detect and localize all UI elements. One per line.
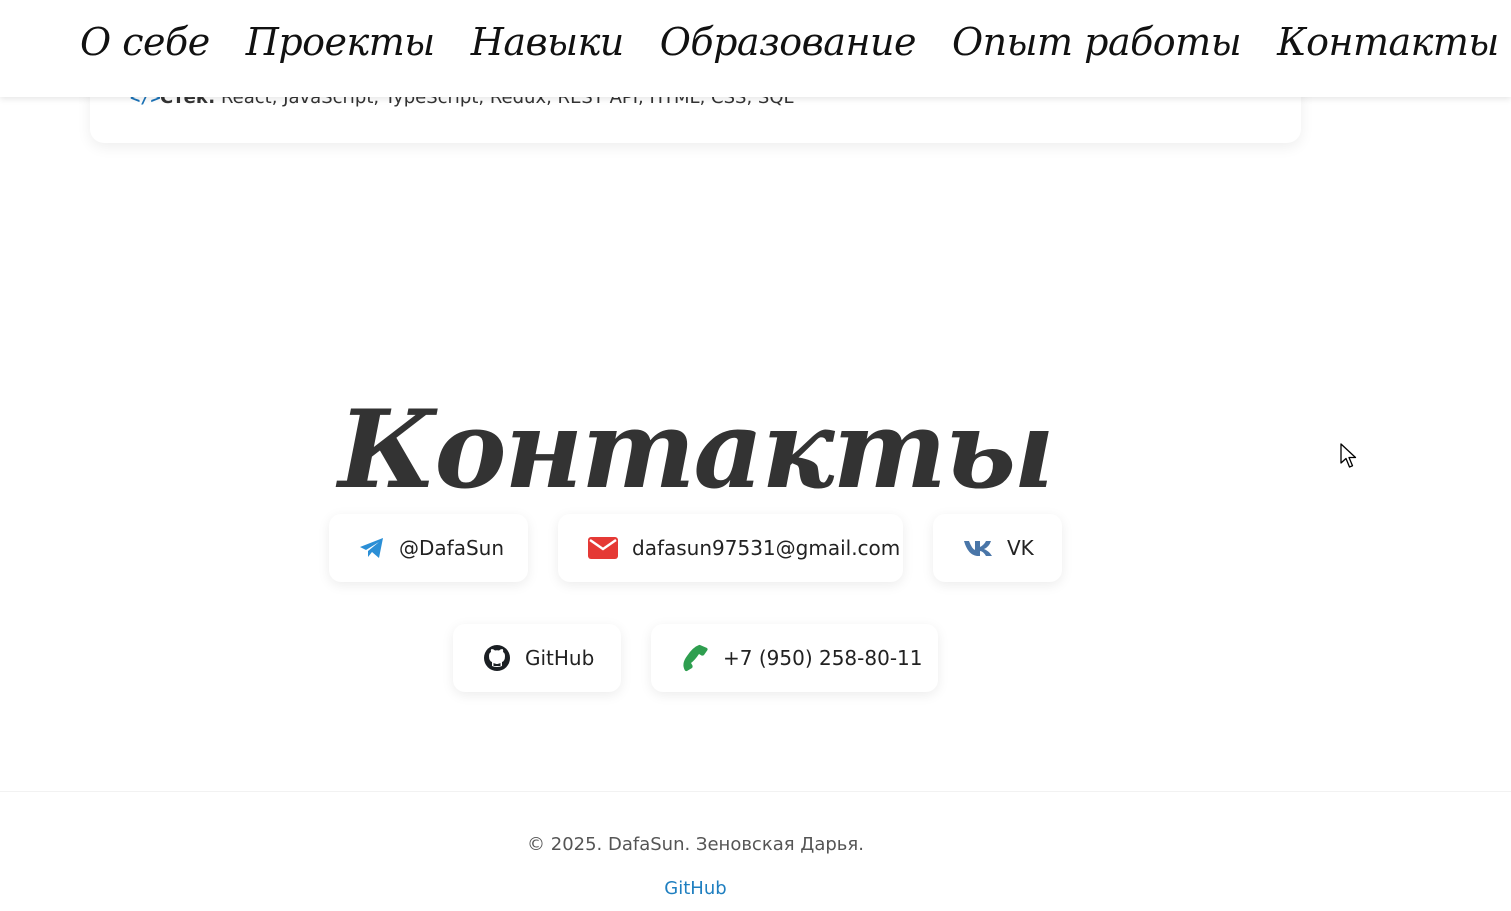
nav-link-experience[interactable]: Опыт работы <box>952 8 1242 76</box>
footer-github-link[interactable]: GitHub <box>0 878 1391 899</box>
nav-link-education[interactable]: Образование <box>660 8 917 76</box>
vk-icon <box>963 539 993 557</box>
phone-icon <box>681 644 709 672</box>
telegram-link[interactable]: @DafaSun <box>329 514 528 582</box>
envelope-icon <box>588 537 618 559</box>
email-label: dafasun97531@gmail.com <box>632 536 901 560</box>
telegram-label: @DafaSun <box>399 536 504 560</box>
nav-link-about[interactable]: О себе <box>80 8 210 76</box>
telegram-icon <box>359 537 385 559</box>
footer: © 2025. DafaSun. Зеновская Дарья. GitHub <box>0 791 1511 911</box>
nav-link-contacts[interactable]: Контакты <box>1277 8 1499 76</box>
nav-link-projects[interactable]: Проекты <box>246 8 436 76</box>
top-navigation: О себе Проекты Навыки Образование Опыт р… <box>0 0 1511 97</box>
nav-list: О себе Проекты Навыки Образование Опыт р… <box>80 8 1499 76</box>
nav-link-skills[interactable]: Навыки <box>471 8 625 76</box>
vk-label: VK <box>1007 536 1034 560</box>
phone-link[interactable]: +7 (950) 258-80-11 <box>651 624 938 692</box>
github-label: GitHub <box>525 646 595 670</box>
copyright-text: © 2025. DafaSun. Зеновская Дарья. <box>527 834 864 855</box>
contacts-title: Контакты <box>338 386 1055 513</box>
mouse-cursor-icon <box>1340 443 1358 473</box>
email-link[interactable]: dafasun97531@gmail.com <box>558 514 903 582</box>
vk-link[interactable]: VK <box>933 514 1062 582</box>
github-link[interactable]: GitHub <box>453 624 621 692</box>
phone-label: +7 (950) 258-80-11 <box>723 646 923 670</box>
github-icon <box>483 644 511 672</box>
